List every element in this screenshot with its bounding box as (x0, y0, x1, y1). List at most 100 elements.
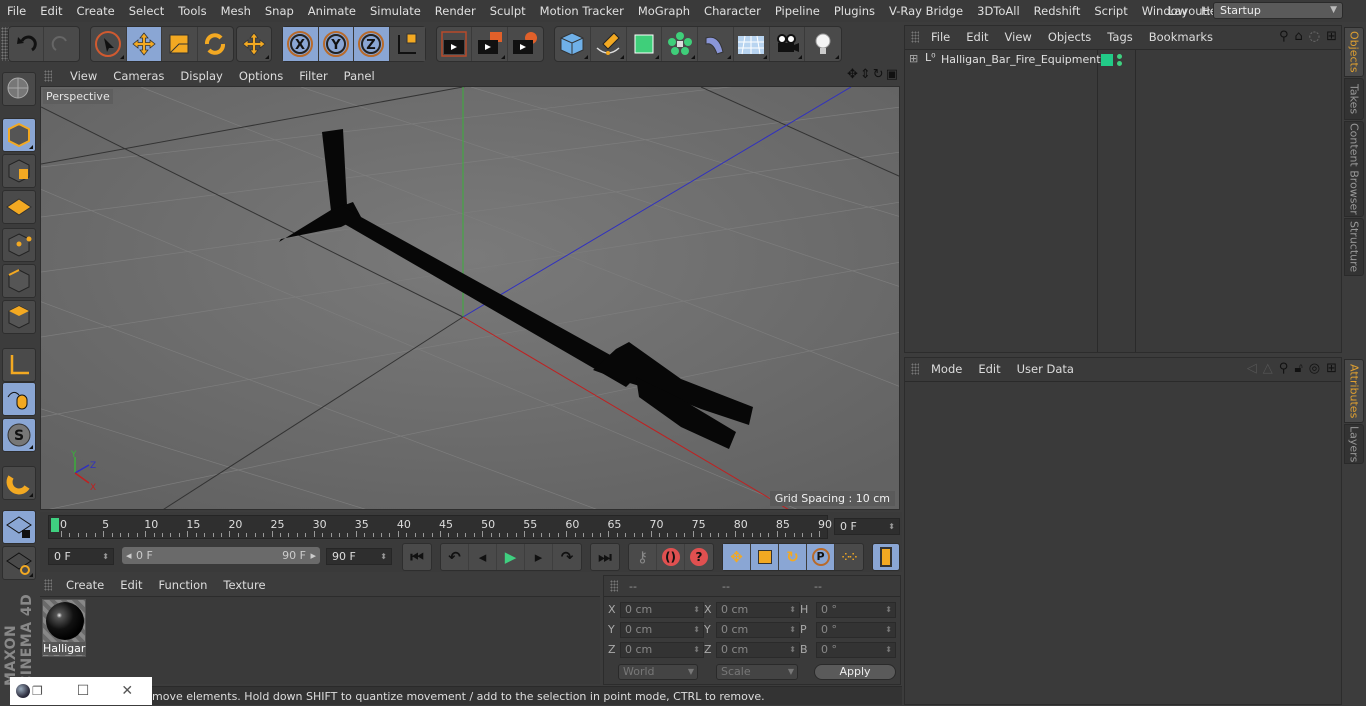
material-menu-texture[interactable]: Texture (215, 578, 273, 592)
menu-simulate[interactable]: Simulate (363, 4, 428, 18)
autokey-button[interactable]: () (657, 544, 685, 570)
layer-color-swatch[interactable] (1101, 54, 1113, 66)
viewport-menu-cameras[interactable]: Cameras (105, 69, 172, 83)
edges-mode-button[interactable] (2, 264, 36, 298)
menu-edit[interactable]: Edit (33, 4, 69, 18)
object-menu-tags[interactable]: Tags (1099, 30, 1140, 44)
coord-value-field[interactable]: 0 ° ⬍ (816, 642, 896, 658)
layout-select[interactable]: Startup ▼ (1213, 2, 1343, 19)
spinner-icon[interactable]: ⬍ (789, 623, 796, 637)
object-row[interactable]: ⊞ L⁰ Halligan_Bar_Fire_Equipment (905, 51, 1341, 70)
spinner-icon[interactable]: ⬍ (885, 643, 892, 657)
menu-3dtoall[interactable]: 3DToAll (970, 4, 1027, 18)
menu-vray-bridge[interactable]: V-Ray Bridge (882, 4, 970, 18)
material-grip[interactable] (44, 579, 52, 591)
material-menu-create[interactable]: Create (58, 578, 112, 592)
timeline-ruler[interactable]: 0 5 10 15 20 25 30 35 40 45 50 55 60 65 70 75 80 85 90 (48, 515, 832, 539)
frame-range-slider[interactable]: ◂ 0 F 90 F ▸ (122, 547, 320, 564)
tab-objects[interactable]: Objects (1344, 27, 1364, 77)
axis-mode-button[interactable] (2, 348, 36, 382)
pen-button[interactable] (591, 27, 627, 61)
coord-value-field[interactable]: 0 cm ⬍ (620, 602, 704, 618)
menu-create[interactable]: Create (70, 4, 122, 18)
expand-icon[interactable]: ⊞ (909, 52, 918, 65)
make-editable-button[interactable] (2, 72, 36, 106)
tab-layers[interactable]: Layers (1344, 424, 1364, 464)
spinner-icon[interactable]: ⬍ (693, 603, 700, 617)
viewport-menu-display[interactable]: Display (172, 69, 230, 83)
range-left-arrow-icon[interactable]: ◂ (126, 547, 132, 564)
menu-mesh[interactable]: Mesh (214, 4, 258, 18)
zoom-view-icon[interactable]: ⇕ (860, 67, 871, 82)
object-menu-objects[interactable]: Objects (1040, 30, 1099, 44)
menu-select[interactable]: Select (122, 4, 171, 18)
coord-system-select[interactable]: World ▼ (618, 664, 698, 680)
menu-file[interactable]: File (0, 4, 33, 18)
apply-button[interactable]: Apply (814, 664, 896, 680)
new-panel-icon[interactable]: ⊞ (1326, 29, 1337, 44)
spinner-icon[interactable]: ⬍ (693, 643, 700, 657)
menu-mograph[interactable]: MoGraph (631, 4, 697, 18)
home-icon[interactable]: ⌂ (1294, 29, 1302, 44)
live-selection-button[interactable] (91, 27, 127, 61)
viewport-menu-view[interactable]: View (62, 69, 105, 83)
spinner-icon[interactable]: ⬍ (789, 603, 796, 617)
menu-redshift[interactable]: Redshift (1027, 4, 1088, 18)
tab-structure[interactable]: Structure (1344, 218, 1364, 276)
viewport-menu-panel[interactable]: Panel (336, 69, 383, 83)
y-axis-button[interactable]: Y (318, 27, 354, 61)
light-button[interactable] (805, 27, 841, 61)
eye-icon[interactable]: ◌ (1309, 29, 1320, 44)
attribute-menu-user-data[interactable]: User Data (1009, 362, 1082, 376)
menu-sculpt[interactable]: Sculpt (483, 4, 533, 18)
rotate-view-icon[interactable]: ↻ (873, 67, 884, 82)
material-menu-function[interactable]: Function (151, 578, 216, 592)
workplane-button[interactable] (2, 190, 36, 224)
move-button[interactable] (126, 27, 162, 61)
recent-tool-button[interactable] (237, 27, 271, 61)
record-keyframe-button[interactable]: ⚷ (629, 544, 657, 570)
coord-value-field[interactable]: 0 cm ⬍ (716, 602, 800, 618)
search-icon[interactable]: ⚲ (1279, 361, 1289, 376)
maximize-view-icon[interactable]: ▣ (886, 67, 898, 82)
attribute-menu-mode[interactable]: Mode (923, 362, 970, 376)
coord-value-field[interactable]: 0 ° ⬍ (816, 602, 896, 618)
object-menu-edit[interactable]: Edit (958, 30, 996, 44)
snap-button[interactable] (2, 466, 36, 500)
target-icon[interactable]: ◎ (1309, 361, 1320, 376)
cloner-button[interactable] (662, 27, 698, 61)
playhead[interactable] (51, 518, 59, 532)
menu-motion-tracker[interactable]: Motion Tracker (533, 4, 631, 18)
texture-mode-button[interactable] (2, 154, 36, 188)
object-manager-grip[interactable] (911, 31, 919, 43)
move-view-icon[interactable]: ✥ (847, 67, 858, 82)
camera-button[interactable] (770, 27, 806, 61)
model-mode-button[interactable] (2, 118, 36, 152)
spinner-icon[interactable]: ⬍ (693, 623, 700, 637)
object-menu-view[interactable]: View (997, 30, 1040, 44)
render-picture-viewer-button[interactable] (472, 27, 508, 61)
coordinates-grip[interactable] (610, 580, 618, 592)
object-menu-file[interactable]: File (923, 30, 958, 44)
up-arrow-icon[interactable]: △ (1263, 361, 1273, 376)
solo-button[interactable]: S (2, 418, 36, 452)
undo-button[interactable] (9, 27, 45, 61)
key-position-button[interactable]: ✥ (723, 544, 751, 570)
menu-script[interactable]: Script (1087, 4, 1134, 18)
workplane-lock-button[interactable] (2, 510, 36, 544)
deformer-button[interactable] (698, 27, 734, 61)
goto-start-button[interactable]: ⏮ (403, 544, 431, 570)
close-icon[interactable]: ✕ (121, 683, 133, 699)
prev-frame-button[interactable]: ◂ (469, 544, 497, 570)
current-frame-field[interactable]: 0 F ⬍ (834, 518, 900, 535)
keyframe-selection-button[interactable]: ? (685, 544, 713, 570)
editor-visibility-dot[interactable] (1117, 54, 1122, 59)
render-view-button[interactable] (437, 27, 473, 61)
redo-button[interactable] (44, 27, 79, 61)
render-visibility-dot[interactable] (1117, 61, 1122, 66)
scale-button[interactable] (162, 27, 198, 61)
rotate-button[interactable] (198, 27, 233, 61)
perspective-viewport[interactable]: Y Z X Perspective Grid Spacing : 10 cm (40, 86, 900, 510)
search-icon[interactable]: ⚲ (1279, 29, 1289, 44)
floor-button[interactable] (734, 27, 770, 61)
